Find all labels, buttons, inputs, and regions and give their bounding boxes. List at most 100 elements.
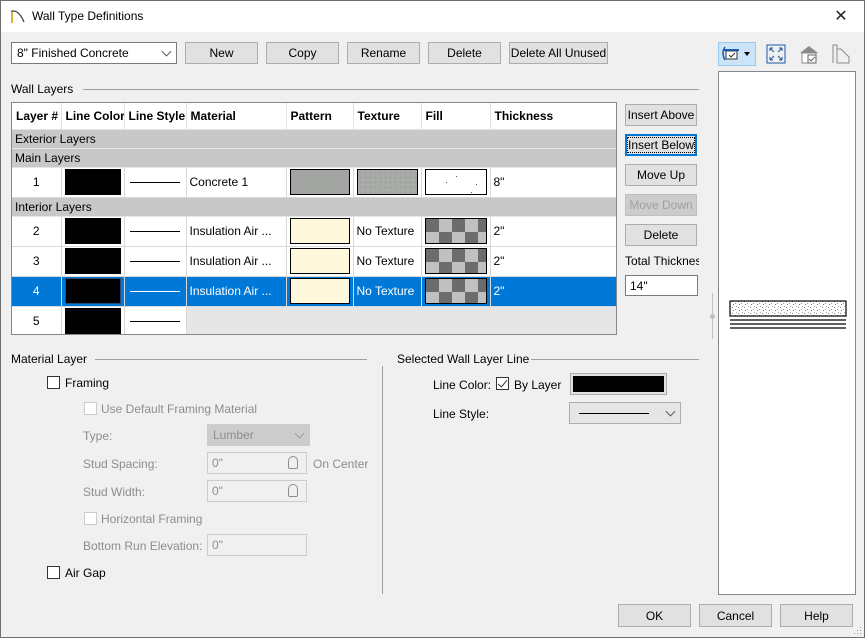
use-default-framing-checkbox[interactable] bbox=[84, 402, 97, 415]
line-color-cell[interactable] bbox=[61, 167, 125, 198]
fill-window-button[interactable] bbox=[765, 43, 787, 65]
col-header-line-color[interactable]: Line Color bbox=[61, 103, 125, 130]
delete-all-unused-button[interactable]: Delete All Unused bbox=[509, 42, 608, 64]
line-style-cell[interactable] bbox=[124, 167, 187, 198]
line-style-sample bbox=[130, 260, 180, 262]
fill-swatch bbox=[424, 278, 487, 304]
rename-button[interactable]: Rename bbox=[347, 42, 420, 64]
stud-spacing-field[interactable]: 0" bbox=[207, 452, 307, 474]
line-style-sample bbox=[130, 320, 180, 322]
window-title: Wall Type Definitions bbox=[32, 9, 144, 23]
thickness-cell[interactable]: 2" bbox=[490, 276, 616, 307]
table-row[interactable]: 1 Concrete 1 8" bbox=[12, 167, 616, 198]
close-button[interactable]: ✕ bbox=[818, 1, 864, 32]
wall-layers-table[interactable]: Layer # Line Color Line Style Material P… bbox=[11, 102, 617, 335]
line-style-dropdown[interactable] bbox=[569, 402, 681, 424]
col-header-line-style[interactable]: Line Style bbox=[124, 103, 187, 130]
fill-swatch bbox=[424, 248, 487, 274]
bottom-run-elevation-field[interactable]: 0" bbox=[207, 534, 307, 556]
ok-button[interactable]: OK bbox=[618, 604, 691, 627]
thickness-cell[interactable]: 8" bbox=[490, 167, 616, 198]
insert-above-button[interactable]: Insert Above bbox=[625, 104, 697, 126]
delete-all-unused-label: Delete All Unused bbox=[510, 46, 607, 60]
new-button-label: New bbox=[209, 46, 234, 60]
line-style-cell[interactable] bbox=[124, 246, 187, 277]
fill-cell[interactable] bbox=[421, 276, 491, 307]
material-cell[interactable]: Insulation Air ... bbox=[186, 216, 287, 247]
chevron-down-icon bbox=[294, 428, 305, 439]
divider bbox=[83, 89, 699, 90]
insert-below-button[interactable]: Insert Below bbox=[625, 134, 697, 156]
line-color-cell[interactable] bbox=[61, 216, 125, 247]
layer-number: 5 bbox=[12, 306, 62, 334]
line-style-sample bbox=[130, 181, 180, 183]
material-cell[interactable]: Insulation Air ... bbox=[186, 276, 287, 307]
by-layer-checkbox[interactable] bbox=[496, 377, 509, 390]
app-arch-icon bbox=[11, 10, 25, 23]
pattern-cell[interactable] bbox=[286, 216, 354, 247]
fill-cell[interactable] bbox=[421, 216, 491, 247]
wrench-icon[interactable] bbox=[288, 484, 298, 497]
line-style-cell[interactable] bbox=[124, 216, 187, 247]
delete-layer-button[interactable]: Delete bbox=[625, 224, 697, 246]
empty-cell bbox=[186, 306, 616, 334]
cancel-button[interactable]: Cancel bbox=[699, 604, 772, 627]
ok-label: OK bbox=[645, 608, 664, 623]
fill-cell[interactable] bbox=[421, 246, 491, 277]
total-thickness-field[interactable]: 14" bbox=[625, 275, 698, 296]
texture-cell[interactable] bbox=[353, 167, 422, 198]
line-color-cell[interactable] bbox=[61, 276, 125, 307]
move-down-button[interactable]: Move Down bbox=[625, 194, 697, 216]
material-cell[interactable]: Insulation Air ... bbox=[186, 246, 287, 277]
line-color-cell[interactable] bbox=[61, 246, 125, 277]
material-cell[interactable]: Concrete 1 bbox=[186, 167, 287, 198]
line-color-label: Line Color: bbox=[433, 378, 492, 392]
horizontal-framing-checkbox[interactable] bbox=[84, 512, 97, 525]
col-header-material[interactable]: Material bbox=[186, 103, 287, 130]
col-header-layer[interactable]: Layer # bbox=[12, 103, 62, 130]
delete-wall-type-button[interactable]: Delete bbox=[428, 42, 501, 64]
wall-type-dropdown[interactable]: 8" Finished Concrete bbox=[11, 42, 177, 64]
house-check-icon bbox=[800, 46, 818, 64]
col-header-fill[interactable]: Fill bbox=[421, 103, 491, 130]
wrench-icon[interactable] bbox=[288, 456, 298, 469]
pattern-cell[interactable] bbox=[286, 246, 354, 277]
thickness-cell[interactable]: 2" bbox=[490, 216, 616, 247]
line-color-cell[interactable] bbox=[61, 306, 125, 334]
house-check-button[interactable] bbox=[798, 43, 820, 65]
move-up-button[interactable]: Move Up bbox=[625, 164, 697, 186]
material-layer-group-label: Material Layer bbox=[11, 352, 94, 366]
new-button[interactable]: New bbox=[185, 42, 258, 64]
col-header-texture[interactable]: Texture bbox=[353, 103, 422, 130]
fill-cell[interactable] bbox=[421, 167, 491, 198]
use-default-framing-label: Use Default Framing Material bbox=[101, 402, 258, 416]
col-header-pattern[interactable]: Pattern bbox=[286, 103, 354, 130]
line-color-button[interactable] bbox=[570, 373, 667, 395]
col-header-thickness[interactable]: Thickness bbox=[490, 103, 616, 130]
title-bar: Wall Type Definitions ✕ bbox=[1, 1, 864, 32]
total-thickness-label: Total Thicknes bbox=[625, 254, 699, 268]
table-row[interactable]: 5 bbox=[12, 306, 616, 334]
view-options-button[interactable] bbox=[718, 42, 756, 66]
line-style-cell[interactable] bbox=[124, 306, 187, 334]
layer-number: 4 bbox=[12, 276, 62, 307]
texture-cell[interactable]: No Texture bbox=[353, 216, 422, 247]
help-button[interactable]: Help bbox=[780, 604, 853, 627]
table-row-selected[interactable]: 4 Insulation Air ... No Texture 2" bbox=[12, 276, 616, 307]
copy-button[interactable]: Copy bbox=[266, 42, 339, 64]
texture-cell[interactable]: No Texture bbox=[353, 246, 422, 277]
stud-width-field[interactable]: 0" bbox=[207, 480, 307, 502]
wall-layers-button[interactable] bbox=[830, 43, 852, 65]
table-row[interactable]: 2 Insulation Air ... No Texture 2" bbox=[12, 216, 616, 247]
framing-checkbox[interactable] bbox=[47, 376, 60, 389]
thickness-cell[interactable]: 2" bbox=[490, 246, 616, 277]
resize-grip-icon[interactable] bbox=[854, 627, 862, 635]
type-dropdown[interactable]: Lumber bbox=[207, 424, 310, 446]
air-gap-checkbox[interactable] bbox=[47, 566, 60, 579]
on-center-label: On Center bbox=[313, 457, 369, 471]
line-style-cell[interactable] bbox=[124, 276, 187, 307]
table-row[interactable]: 3 Insulation Air ... No Texture 2" bbox=[12, 246, 616, 277]
texture-cell[interactable]: No Texture bbox=[353, 276, 422, 307]
pattern-cell[interactable] bbox=[286, 276, 354, 307]
pattern-cell[interactable] bbox=[286, 167, 354, 198]
